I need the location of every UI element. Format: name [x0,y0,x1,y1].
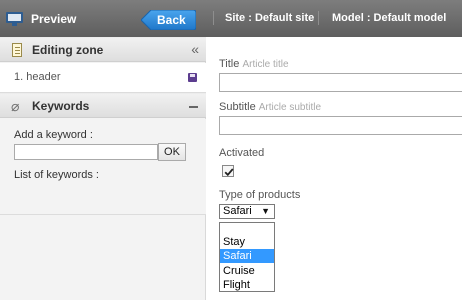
title-input[interactable] [219,73,462,92]
keywords-header[interactable]: ⌀ Keywords [0,93,206,118]
type-of-products-select[interactable]: Safari ▼ [219,204,275,219]
keywords-title: Keywords [32,99,90,113]
site-indicator: Site : Default site [225,12,315,24]
subtitle-hint: Article subtitle [258,102,322,113]
back-button[interactable]: Back [141,10,196,30]
preview-label: Preview [31,12,77,26]
title-hint: Article title [242,59,289,70]
top-toolbar: Preview Back Site : Default site Model :… [0,0,462,37]
type-dropdown-list: Stay Safari Cruise Flight [219,222,275,292]
document-icon [12,43,22,57]
dropdown-option-stay[interactable]: Stay [220,235,274,249]
editing-zone-title: Editing zone [32,43,104,57]
title-label: Title Article title [219,58,289,70]
monitor-icon [6,12,23,26]
preview-button[interactable]: Preview [6,11,76,27]
tag-icon: ⌀ [11,98,20,114]
activated-label: Activated [219,147,265,159]
subtitle-label-text: Subtitle [219,101,256,113]
edit-form: Title Article title Subtitle Article sub… [207,37,462,300]
ok-button[interactable]: OK [158,143,186,161]
caret-down-icon: ▼ [261,206,270,216]
dropdown-option-safari[interactable]: Safari [220,249,274,263]
type-of-products-label: Type of products [219,189,301,201]
keywords-panel: Add a keyword : OK List of keywords : [0,119,206,215]
add-keyword-label: Add a keyword : [14,129,93,141]
editing-zone-header[interactable]: Editing zone « [0,37,206,62]
toolbar-divider [213,11,214,25]
save-icon[interactable] [188,73,197,82]
zone-item-header[interactable]: 1. header [0,63,206,93]
double-chevron-left-icon[interactable]: « [191,41,199,57]
checkmark-icon [224,168,234,177]
keyword-input[interactable] [14,144,158,160]
subtitle-input[interactable] [219,116,462,135]
model-indicator: Model : Default model [332,12,447,24]
subtitle-label: Subtitle Article subtitle [219,101,321,113]
keywords-list-label: List of keywords : [14,169,99,181]
title-label-text: Title [219,58,240,70]
zone-item-label: 1. header [14,71,61,83]
minus-icon[interactable] [189,106,198,108]
activated-checkbox[interactable] [222,165,234,177]
left-sidebar: Editing zone « 1. header ⌀ Keywords Add … [0,37,206,300]
dropdown-option-flight[interactable]: Flight [220,278,274,292]
select-value: Safari [223,205,252,217]
back-label: Back [157,13,186,27]
toolbar-divider [318,11,319,25]
dropdown-option-cruise[interactable]: Cruise [220,264,274,278]
